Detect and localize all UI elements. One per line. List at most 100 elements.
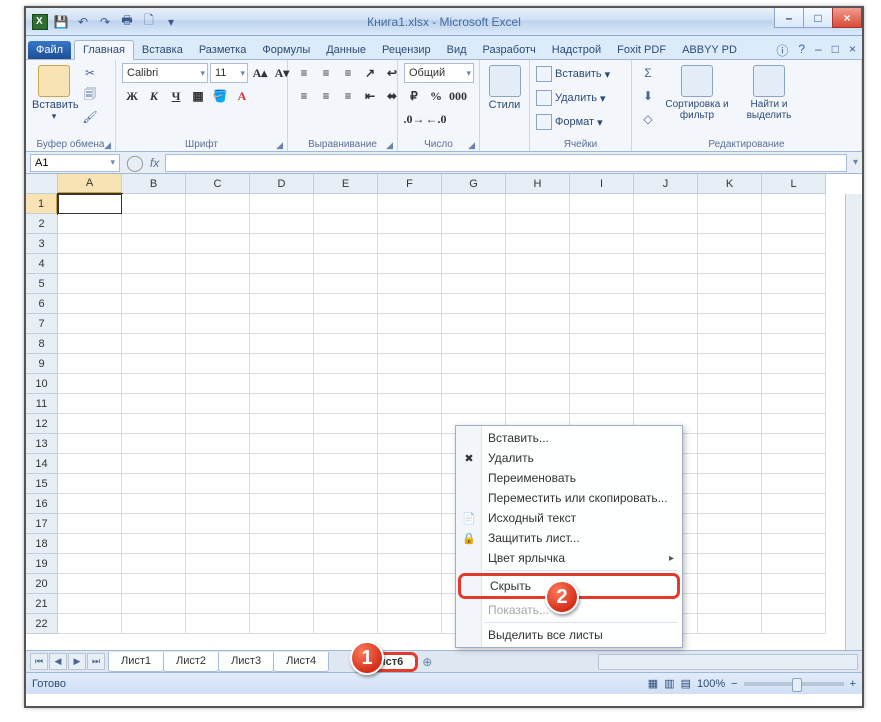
- cell[interactable]: [186, 234, 250, 254]
- find-select-button[interactable]: Найти и выделить: [736, 63, 802, 121]
- cell[interactable]: [58, 314, 122, 334]
- cell[interactable]: [58, 414, 122, 434]
- cell[interactable]: [634, 374, 698, 394]
- cell[interactable]: [378, 294, 442, 314]
- cell[interactable]: [570, 194, 634, 214]
- cell[interactable]: [378, 274, 442, 294]
- tab-abbyy[interactable]: ABBYY PD: [674, 41, 745, 59]
- qat-more-icon[interactable]: ▾: [162, 13, 180, 31]
- cell[interactable]: [442, 254, 506, 274]
- cell[interactable]: [378, 534, 442, 554]
- cell[interactable]: [122, 274, 186, 294]
- cell[interactable]: [378, 194, 442, 214]
- cell[interactable]: [186, 614, 250, 634]
- cell[interactable]: [186, 194, 250, 214]
- cell[interactable]: [314, 394, 378, 414]
- cell[interactable]: [250, 434, 314, 454]
- sheet-tab[interactable]: Лист4: [273, 652, 329, 672]
- cell[interactable]: [634, 254, 698, 274]
- copy-icon[interactable]: 🗐: [80, 85, 100, 105]
- align-center-icon[interactable]: ≡: [316, 86, 336, 106]
- cell[interactable]: [186, 334, 250, 354]
- cell[interactable]: [250, 574, 314, 594]
- cell[interactable]: [442, 214, 506, 234]
- cell[interactable]: [314, 514, 378, 534]
- cell[interactable]: [762, 614, 826, 634]
- cell[interactable]: [186, 374, 250, 394]
- cell[interactable]: [58, 494, 122, 514]
- zoom-slider[interactable]: [744, 682, 844, 686]
- cell[interactable]: [250, 474, 314, 494]
- cell[interactable]: [378, 354, 442, 374]
- cell[interactable]: [314, 594, 378, 614]
- cell[interactable]: [122, 554, 186, 574]
- cell[interactable]: [698, 534, 762, 554]
- cell[interactable]: [122, 194, 186, 214]
- cell[interactable]: [186, 214, 250, 234]
- cell[interactable]: [186, 434, 250, 454]
- paste-button[interactable]: Вставить ▾: [32, 63, 76, 122]
- cell[interactable]: [250, 294, 314, 314]
- cell[interactable]: [698, 434, 762, 454]
- align-middle-icon[interactable]: ≡: [316, 63, 336, 83]
- ribbon-minimize-icon[interactable]: ⓘ: [776, 42, 788, 59]
- cell[interactable]: [58, 594, 122, 614]
- cell[interactable]: [186, 454, 250, 474]
- cell[interactable]: [58, 474, 122, 494]
- cell[interactable]: [250, 534, 314, 554]
- cell[interactable]: [698, 294, 762, 314]
- align-top-icon[interactable]: ≡: [294, 63, 314, 83]
- cell[interactable]: [122, 614, 186, 634]
- cell[interactable]: [442, 194, 506, 214]
- row-header[interactable]: 7: [26, 314, 58, 334]
- new-sheet-icon[interactable]: ⊕: [422, 655, 432, 669]
- cell[interactable]: [762, 194, 826, 214]
- doc-close-icon[interactable]: ×: [849, 42, 856, 59]
- cell[interactable]: [634, 294, 698, 314]
- cell[interactable]: [506, 314, 570, 334]
- cell[interactable]: [250, 234, 314, 254]
- cell[interactable]: [122, 394, 186, 414]
- row-header[interactable]: 6: [26, 294, 58, 314]
- row-header[interactable]: 13: [26, 434, 58, 454]
- cell[interactable]: [378, 254, 442, 274]
- col-header[interactable]: L: [762, 174, 826, 194]
- cell[interactable]: [570, 214, 634, 234]
- cell[interactable]: [762, 534, 826, 554]
- italic-button[interactable]: К: [144, 86, 164, 106]
- cell[interactable]: [122, 254, 186, 274]
- font-size-combo[interactable]: 11: [210, 63, 248, 83]
- close-button[interactable]: ×: [832, 8, 862, 28]
- cell[interactable]: [58, 514, 122, 534]
- bold-button[interactable]: Ж: [122, 86, 142, 106]
- vertical-scrollbar[interactable]: [845, 194, 862, 650]
- cell[interactable]: [570, 254, 634, 274]
- cell[interactable]: [186, 574, 250, 594]
- cell[interactable]: [570, 374, 634, 394]
- formula-input[interactable]: [165, 154, 847, 172]
- cm-insert[interactable]: Вставить...: [456, 428, 682, 448]
- row-header[interactable]: 14: [26, 454, 58, 474]
- tab-home[interactable]: Главная: [74, 40, 134, 60]
- cell[interactable]: [314, 194, 378, 214]
- percent-icon[interactable]: %: [426, 86, 446, 106]
- cell[interactable]: [122, 514, 186, 534]
- cell[interactable]: [698, 254, 762, 274]
- sort-filter-button[interactable]: Сортировка и фильтр: [662, 63, 732, 121]
- cell[interactable]: [698, 614, 762, 634]
- fx-cancel-icon[interactable]: ◯: [126, 153, 144, 173]
- cell[interactable]: [314, 574, 378, 594]
- cell[interactable]: [58, 194, 122, 214]
- cell[interactable]: [314, 334, 378, 354]
- cell[interactable]: [634, 214, 698, 234]
- cell[interactable]: [314, 274, 378, 294]
- row-header[interactable]: 22: [26, 614, 58, 634]
- tab-review[interactable]: Рецензир: [374, 41, 439, 59]
- cell[interactable]: [186, 514, 250, 534]
- cell[interactable]: [378, 414, 442, 434]
- col-header[interactable]: K: [698, 174, 762, 194]
- col-header[interactable]: A: [58, 174, 122, 194]
- cell[interactable]: [378, 214, 442, 234]
- col-header[interactable]: H: [506, 174, 570, 194]
- font-launcher-icon[interactable]: ◢: [276, 140, 283, 151]
